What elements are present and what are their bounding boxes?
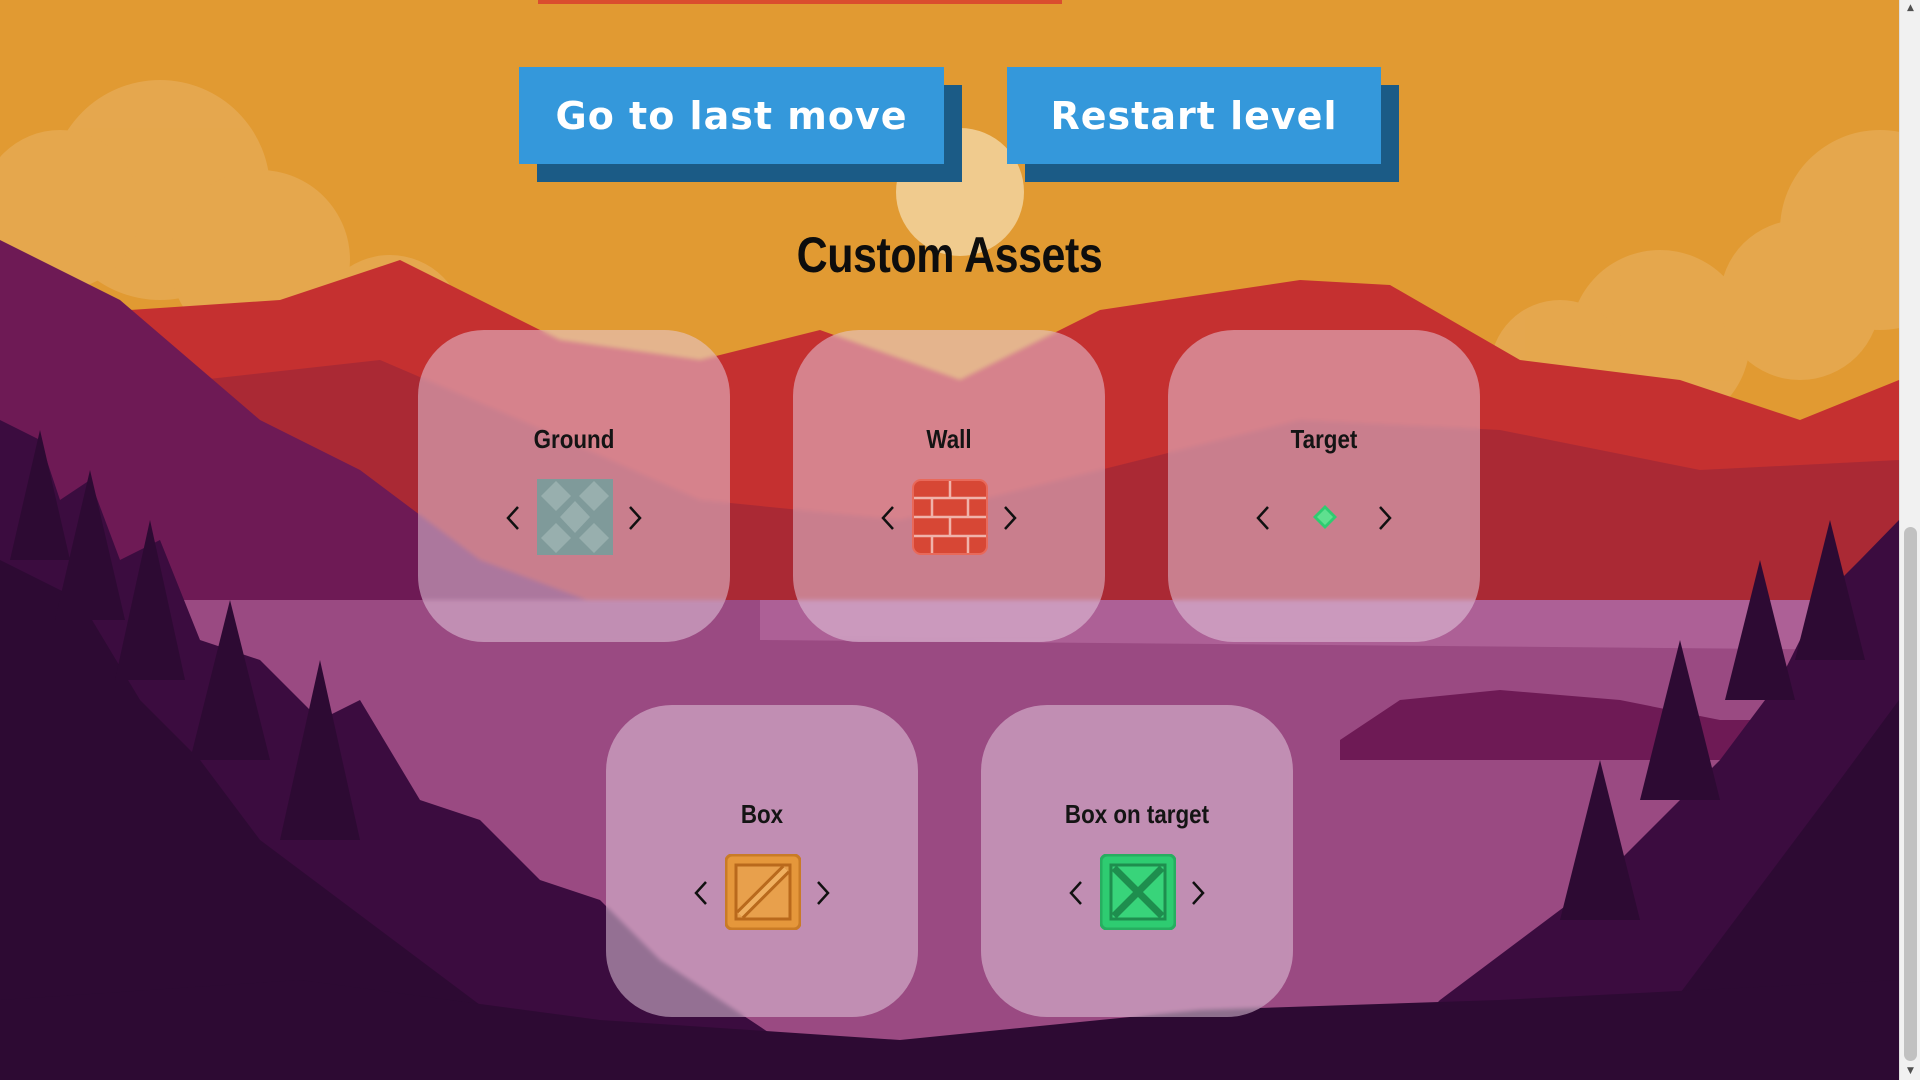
box-tile-icon bbox=[724, 853, 802, 931]
scrollbar-thumb[interactable] bbox=[1904, 527, 1917, 1061]
scroll-down-arrow-icon[interactable]: ▼ bbox=[1900, 1063, 1920, 1080]
chevron-left-icon bbox=[1256, 506, 1269, 530]
box-on-target-tile-icon bbox=[1099, 853, 1177, 931]
asset-label: Wall bbox=[926, 424, 972, 454]
asset-label: Ground bbox=[533, 424, 615, 454]
previous-target-button[interactable] bbox=[1245, 500, 1281, 536]
custom-assets-title: Custom Assets bbox=[796, 227, 1103, 283]
chevron-right-icon bbox=[629, 506, 642, 530]
asset-label: Box bbox=[740, 799, 784, 829]
chevron-right-icon bbox=[1379, 506, 1392, 530]
asset-card-target: Target bbox=[1168, 330, 1480, 642]
asset-card-box-on-target: Box on target bbox=[981, 705, 1293, 1017]
chevron-right-icon bbox=[1004, 506, 1017, 530]
target-tile-icon bbox=[1287, 479, 1363, 555]
chevron-right-icon bbox=[1192, 881, 1205, 905]
next-ground-button[interactable] bbox=[617, 500, 653, 536]
next-box-on-target-button[interactable] bbox=[1180, 875, 1216, 911]
asset-card-box: Box bbox=[606, 705, 918, 1017]
restart-level-button[interactable]: Restart level bbox=[1007, 67, 1381, 164]
asset-label: Target bbox=[1290, 424, 1358, 454]
previous-box-on-target-button[interactable] bbox=[1058, 875, 1094, 911]
asset-card-ground: Ground bbox=[418, 330, 730, 642]
next-target-button[interactable] bbox=[1367, 500, 1403, 536]
chevron-left-icon bbox=[1069, 881, 1082, 905]
asset-label: Box on target bbox=[1064, 799, 1210, 829]
scroll-up-arrow-icon[interactable]: ▲ bbox=[1900, 0, 1920, 17]
next-box-button[interactable] bbox=[805, 875, 841, 911]
chevron-left-icon bbox=[694, 881, 707, 905]
previous-wall-button[interactable] bbox=[870, 500, 906, 536]
previous-ground-button[interactable] bbox=[495, 500, 531, 536]
page-scrollbar[interactable]: ▲ ▼ bbox=[1899, 0, 1920, 1080]
ground-tile-icon bbox=[537, 479, 613, 555]
game-board-edge bbox=[538, 0, 1062, 4]
chevron-left-icon bbox=[881, 506, 894, 530]
wall-tile-icon bbox=[912, 479, 988, 555]
chevron-right-icon bbox=[817, 881, 830, 905]
asset-card-wall: Wall bbox=[793, 330, 1105, 642]
next-wall-button[interactable] bbox=[992, 500, 1028, 536]
go-to-last-move-button[interactable]: Go to last move bbox=[519, 67, 944, 164]
chevron-left-icon bbox=[506, 506, 519, 530]
previous-box-button[interactable] bbox=[683, 875, 719, 911]
